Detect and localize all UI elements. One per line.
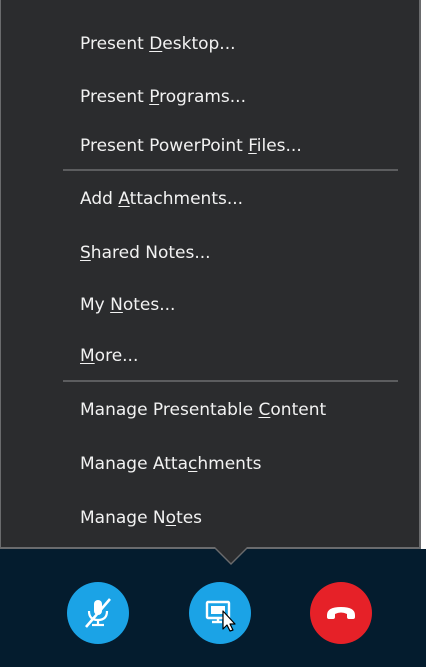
menu-item-mnemonic: c: [188, 454, 198, 474]
menu-item-label: Present: [80, 87, 150, 107]
menu-item-label: ttachments...: [129, 189, 244, 209]
menu-item-label: tes: [176, 508, 203, 528]
hang-up-icon: [321, 593, 361, 633]
menu-item-my-notes[interactable]: My Notes...: [80, 292, 175, 318]
menu-item-label: otes...: [122, 295, 176, 315]
menu-item-mnemonic: P: [149, 87, 160, 107]
menu-item-mnemonic: o: [165, 508, 177, 528]
menu-item-label: esktop...: [162, 34, 236, 54]
menu-item-label: ore...: [94, 346, 139, 366]
menu-item-present-programs[interactable]: Present Programs...: [80, 84, 246, 110]
menu-item-label: Manage Presentable: [80, 400, 259, 420]
menu-item-mnemonic: N: [110, 295, 123, 315]
microphone-muted-icon: [78, 593, 118, 633]
menu-item-manage-presentable-content[interactable]: Manage Presentable Content: [80, 397, 326, 423]
menu-item-label: rograms...: [159, 87, 246, 107]
menu-item-mnemonic: M: [80, 346, 95, 366]
menu-item-label: hared Notes...: [90, 243, 211, 263]
menu-item-mnemonic: D: [149, 34, 163, 54]
menu-item-mnemonic: F: [248, 136, 257, 156]
menu-item-label: Present: [80, 34, 150, 54]
menu-item-label: hments: [197, 454, 262, 474]
present-menu: Present Desktop... Present Programs... P…: [0, 0, 421, 549]
menu-item-label: ontent: [270, 400, 327, 420]
menu-item-label: Manage Atta: [80, 454, 189, 474]
mute-microphone-button[interactable]: [67, 582, 129, 644]
menu-item-more[interactable]: More...: [80, 343, 138, 369]
present-content-icon: [198, 591, 242, 635]
menu-item-manage-notes[interactable]: Manage Notes: [80, 505, 202, 531]
menu-item-manage-attachments[interactable]: Manage Attachments: [80, 451, 261, 477]
sharing-menu-window: Present Desktop... Present Programs... P…: [0, 0, 426, 667]
menu-item-present-desktop[interactable]: Present Desktop...: [80, 31, 236, 57]
menu-item-shared-notes[interactable]: Shared Notes...: [80, 240, 211, 266]
menu-separator: [63, 380, 398, 382]
hang-up-button[interactable]: [310, 582, 372, 644]
menu-separator: [63, 169, 398, 171]
menu-item-mnemonic: A: [118, 189, 130, 209]
menu-item-label: Add: [80, 189, 119, 209]
menu-item-present-powerpoint-files[interactable]: Present PowerPoint Files...: [80, 133, 302, 159]
menu-item-label: My: [80, 295, 111, 315]
menu-item-mnemonic: C: [258, 400, 271, 420]
menu-item-label: Present PowerPoint: [80, 136, 249, 156]
menu-pointer: [215, 547, 247, 563]
menu-item-label: Manage N: [80, 508, 166, 528]
menu-item-label: iles...: [256, 136, 302, 156]
menu-item-add-attachments[interactable]: Add Attachments...: [80, 186, 243, 212]
present-content-button[interactable]: [189, 582, 251, 644]
menu-item-mnemonic: S: [80, 243, 91, 263]
